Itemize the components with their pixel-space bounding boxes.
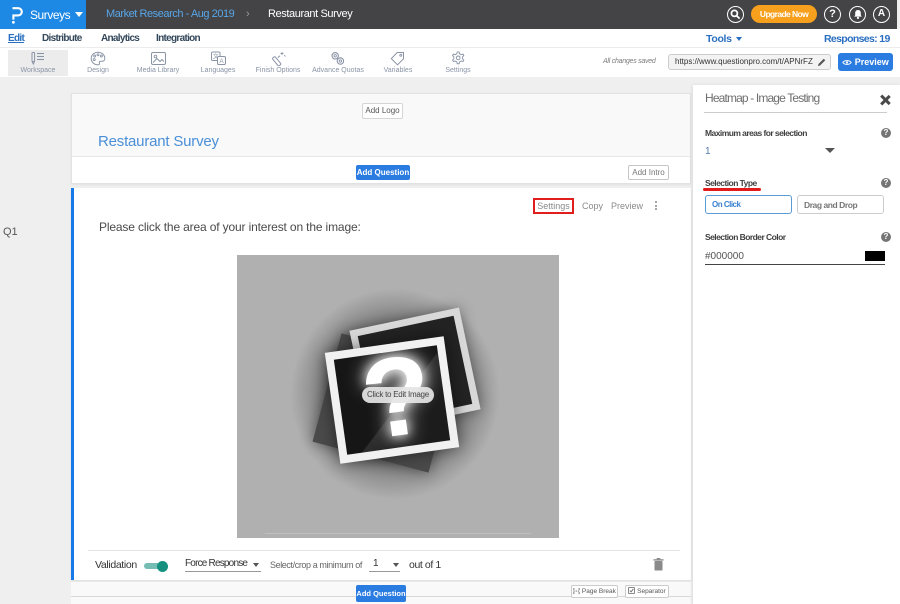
svg-text:A: A [219, 58, 224, 65]
